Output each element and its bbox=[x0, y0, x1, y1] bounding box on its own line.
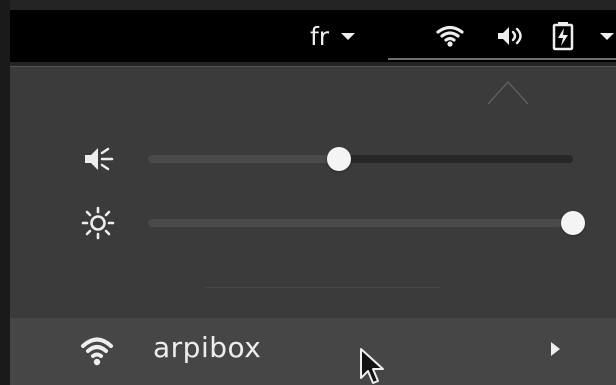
brightness-icon bbox=[78, 203, 118, 243]
volume-slider-handle[interactable] bbox=[327, 147, 352, 171]
brightness-slider-row bbox=[78, 201, 588, 245]
system-menu-screen: fr arpibox bbox=[0, 0, 616, 385]
language-indicator[interactable]: fr bbox=[310, 10, 356, 62]
volume-slider-fill bbox=[148, 155, 340, 163]
top-bar: fr bbox=[10, 10, 616, 62]
volume-slider-track[interactable] bbox=[148, 147, 573, 171]
menu-separator bbox=[205, 287, 440, 288]
network-name: arpibox bbox=[153, 331, 262, 364]
chevron-down-icon[interactable] bbox=[600, 10, 614, 62]
menu-pointer-line bbox=[388, 58, 616, 60]
brightness-slider-track[interactable] bbox=[148, 211, 585, 235]
network-menu-item[interactable]: arpibox bbox=[10, 318, 616, 385]
volume-low-icon bbox=[78, 139, 118, 179]
brightness-slider-handle[interactable] bbox=[561, 211, 585, 235]
volume-icon[interactable] bbox=[496, 10, 526, 62]
brightness-slider-fill bbox=[148, 219, 573, 227]
wifi-icon[interactable] bbox=[436, 10, 464, 62]
wifi-icon bbox=[79, 334, 115, 366]
battery-icon[interactable] bbox=[551, 10, 575, 62]
chevron-right-icon bbox=[551, 342, 560, 356]
language-chevron-down-icon bbox=[341, 32, 356, 40]
left-edge bbox=[0, 0, 10, 385]
menu-arrow bbox=[488, 74, 528, 104]
mouse-pointer-icon bbox=[359, 347, 387, 385]
volume-slider-row bbox=[78, 137, 588, 181]
language-label: fr bbox=[310, 21, 330, 51]
